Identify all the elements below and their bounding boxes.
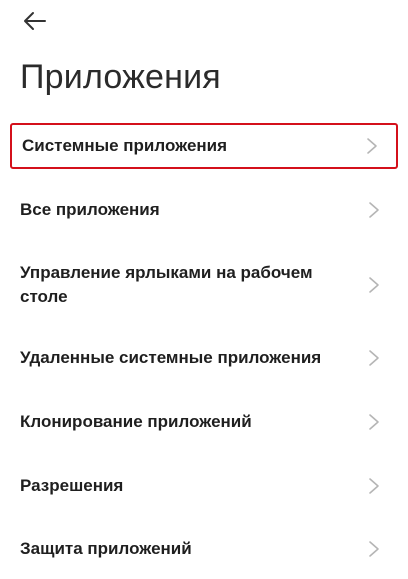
- chevron-right-icon: [367, 138, 377, 154]
- settings-menu-list: Системные приложения Все приложения Упра…: [0, 0, 408, 579]
- menu-item-shortcut-management[interactable]: Управление ярлыками на рабочем столе: [10, 256, 398, 314]
- chevron-right-icon: [369, 478, 379, 494]
- menu-item-label: Управление ярлыками на рабочем столе: [20, 263, 313, 306]
- chevron-right-icon: [369, 277, 379, 293]
- menu-item-all-apps[interactable]: Все приложения: [10, 188, 398, 232]
- chevron-right-icon: [369, 414, 379, 430]
- menu-item-app-lock[interactable]: Защита приложений: [10, 527, 398, 571]
- menu-item-label: Все приложения: [20, 200, 160, 219]
- menu-item-label: Защита приложений: [20, 539, 192, 558]
- chevron-right-icon: [369, 541, 379, 557]
- chevron-right-icon: [369, 202, 379, 218]
- menu-item-permissions[interactable]: Разрешения: [10, 464, 398, 508]
- menu-item-app-cloning[interactable]: Клонирование приложений: [10, 400, 398, 444]
- menu-item-deleted-system-apps[interactable]: Удаленные системные приложения: [10, 336, 398, 380]
- menu-item-label: Клонирование приложений: [20, 412, 252, 431]
- menu-item-label: Удаленные системные приложения: [20, 348, 322, 367]
- menu-item-label: Разрешения: [20, 476, 124, 495]
- menu-item-system-apps[interactable]: Системные приложения: [10, 123, 398, 169]
- chevron-right-icon: [369, 350, 379, 366]
- menu-item-label: Системные приложения: [22, 136, 228, 155]
